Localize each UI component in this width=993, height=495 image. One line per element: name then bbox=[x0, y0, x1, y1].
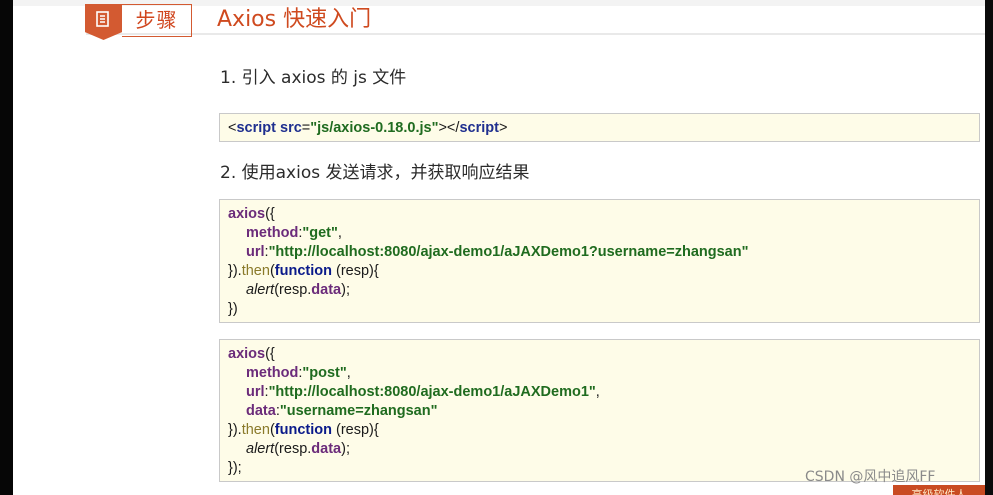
code-token-ident: url bbox=[246, 244, 265, 260]
code-line: alert(resp.data); bbox=[228, 281, 350, 300]
code-token-alert: alert bbox=[246, 441, 275, 457]
badge-label-box: 步骤 bbox=[122, 4, 192, 37]
code-token: (resp){ bbox=[331, 422, 379, 438]
code-token-ident: url bbox=[246, 384, 265, 400]
code-token-string: "get" bbox=[302, 225, 338, 241]
script-include-code: <script src="js/axios-0.18.0.js"></scrip… bbox=[219, 113, 980, 142]
code-line: }).then(function (resp){ bbox=[228, 262, 379, 281]
code-token-tag: script bbox=[459, 120, 499, 136]
code-token-method: then bbox=[241, 263, 270, 279]
corner-banner: 高级软件人 bbox=[893, 485, 985, 495]
code-token: ({ bbox=[265, 206, 275, 222]
code-token: }) bbox=[228, 301, 238, 317]
code-token-string: "username=zhangsan" bbox=[279, 403, 438, 419]
step-2-heading: 2. 使用axios 发送请求，并获取响应结果 bbox=[220, 163, 530, 183]
code-token: ); bbox=[341, 441, 350, 457]
code-token-method: then bbox=[241, 422, 270, 438]
code-line: }) bbox=[228, 300, 238, 319]
code-line: url:"http://localhost:8080/ajax-demo1/aJ… bbox=[246, 244, 749, 260]
code-token: (resp){ bbox=[331, 263, 379, 279]
code-token-keyword: function bbox=[274, 263, 332, 279]
badge-ribbon bbox=[85, 4, 122, 40]
code-line: url:"http://localhost:8080/ajax-demo1/aJ… bbox=[246, 384, 600, 400]
page-title: Axios 快速入门 bbox=[217, 7, 372, 32]
code-token: }); bbox=[228, 460, 242, 476]
step-badge: 步骤 bbox=[85, 4, 193, 40]
code-token: ); bbox=[341, 282, 350, 298]
right-black-border bbox=[985, 0, 993, 495]
code-line: data:"username=zhangsan" bbox=[246, 403, 438, 419]
code-token-ident: axios bbox=[228, 346, 266, 362]
code-token-ident: method bbox=[246, 225, 299, 241]
code-line: axios({ bbox=[228, 345, 275, 364]
code-line: }); bbox=[228, 459, 242, 478]
code-token-ident: data bbox=[246, 403, 276, 419]
code-token-ident: data bbox=[311, 441, 342, 457]
code-token-ident: method bbox=[246, 365, 299, 381]
code-line: axios({ bbox=[228, 205, 275, 224]
code-token-attr: src bbox=[280, 120, 302, 136]
code-token: = bbox=[301, 120, 311, 136]
code-token: (resp. bbox=[274, 441, 312, 457]
code-token: ></ bbox=[438, 120, 460, 136]
code-token-string: "post" bbox=[302, 365, 347, 381]
code-token: }). bbox=[228, 263, 242, 279]
code-line: alert(resp.data); bbox=[228, 440, 350, 459]
get-request-code: axios({ method:"get", url:"http://localh… bbox=[219, 199, 980, 323]
code-token-string: "js/axios-0.18.0.js" bbox=[310, 120, 439, 136]
code-token: > bbox=[498, 120, 508, 136]
step-1-heading: 1. 引入 axios 的 js 文件 bbox=[220, 68, 407, 88]
badge-label: 步骤 bbox=[135, 8, 178, 32]
code-token: ({ bbox=[265, 346, 275, 362]
left-black-border bbox=[0, 0, 13, 495]
code-token-string: "http://localhost:8080/ajax-demo1/aJAXDe… bbox=[268, 244, 749, 260]
code-token: }). bbox=[228, 422, 242, 438]
code-line: <script src="js/axios-0.18.0.js"></scrip… bbox=[228, 119, 507, 138]
code-token-alert: alert bbox=[246, 282, 275, 298]
code-token-keyword: function bbox=[274, 422, 332, 438]
document-icon bbox=[96, 11, 109, 27]
code-line: method:"get", bbox=[246, 225, 342, 241]
code-token-string: "http://localhost:8080/ajax-demo1/aJAXDe… bbox=[268, 384, 596, 400]
code-token-ident: axios bbox=[228, 206, 266, 222]
code-token-tag: script bbox=[236, 120, 276, 136]
code-line: method:"post", bbox=[246, 365, 351, 381]
code-token-ident: data bbox=[311, 282, 342, 298]
post-request-code: axios({ method:"post", url:"http://local… bbox=[219, 339, 980, 482]
code-token: (resp. bbox=[274, 282, 312, 298]
code-line: }).then(function (resp){ bbox=[228, 421, 379, 440]
csdn-watermark: CSDN @风中追风FF bbox=[805, 469, 936, 485]
